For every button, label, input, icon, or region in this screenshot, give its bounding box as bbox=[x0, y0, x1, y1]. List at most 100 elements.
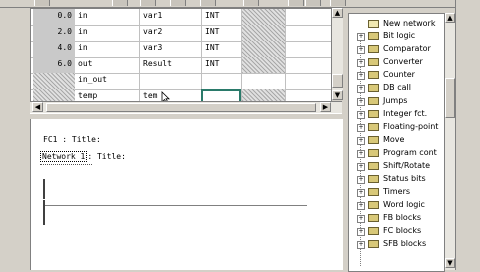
table-row[interactable]: in_out bbox=[31, 73, 331, 90]
tree-item-word-logic[interactable]: + Word logic bbox=[349, 199, 444, 211]
tree-item-floating-point[interactable]: + Floating-point bbox=[349, 121, 444, 133]
expand-icon[interactable]: + bbox=[357, 124, 365, 132]
expand-icon[interactable]: + bbox=[357, 137, 365, 145]
toolbar-button[interactable] bbox=[288, 0, 304, 6]
code-section[interactable]: FC1 : Title: Network 1: Title: bbox=[30, 119, 343, 270]
initial-value-cell[interactable] bbox=[241, 73, 286, 89]
name-cell[interactable]: var3 bbox=[139, 41, 201, 57]
address-cell: 0.0 bbox=[33, 9, 75, 25]
tree-item-db-call[interactable]: + DB call bbox=[349, 82, 444, 94]
program-elements-panel: New network + Bit logic + Comparator + C… bbox=[348, 13, 445, 272]
comment-cell[interactable] bbox=[285, 9, 332, 25]
tree-item-timers[interactable]: + Timers bbox=[349, 186, 444, 198]
expand-icon[interactable]: + bbox=[357, 98, 365, 106]
tree-item-counter[interactable]: + Counter bbox=[349, 69, 444, 81]
name-cell[interactable] bbox=[139, 73, 201, 89]
comment-cell[interactable] bbox=[285, 73, 332, 89]
expand-icon[interactable]: + bbox=[357, 163, 365, 171]
scroll-down-icon[interactable]: ▼ bbox=[445, 258, 455, 268]
tree-item-jumps[interactable]: + Jumps bbox=[349, 95, 444, 107]
expand-icon[interactable]: + bbox=[357, 202, 365, 210]
scroll-up-icon[interactable]: ▲ bbox=[332, 8, 343, 18]
tree-item-label: Jumps bbox=[383, 96, 408, 105]
comment-cell[interactable] bbox=[285, 25, 332, 41]
tree-item-integer-fct[interactable]: + Integer fct. bbox=[349, 108, 444, 120]
scroll-thumb[interactable] bbox=[445, 78, 455, 118]
folder-icon bbox=[368, 175, 379, 183]
expand-icon[interactable]: + bbox=[357, 228, 365, 236]
toolbar-button[interactable] bbox=[140, 0, 156, 6]
table-row[interactable]: 2.0 in var2 INT bbox=[31, 25, 331, 42]
tree-item-label: Move bbox=[383, 135, 405, 144]
type-cell[interactable]: INT bbox=[201, 9, 241, 25]
tree-item-sfb-blocks[interactable]: + SFB blocks bbox=[349, 238, 444, 250]
folder-icon bbox=[368, 201, 379, 209]
declaration-cell[interactable]: in bbox=[75, 41, 139, 57]
expand-icon[interactable]: + bbox=[357, 72, 365, 80]
expand-icon[interactable]: + bbox=[357, 111, 365, 119]
panel-vertical-scrollbar[interactable]: ▲ ▼ bbox=[444, 13, 455, 270]
address-cell: 6.0 bbox=[33, 57, 75, 73]
expand-icon[interactable]: + bbox=[357, 85, 365, 93]
expand-icon[interactable]: + bbox=[357, 33, 365, 41]
tree-item-new-network[interactable]: New network bbox=[349, 18, 444, 30]
expand-icon[interactable]: + bbox=[357, 46, 365, 54]
block-title[interactable]: FC1 : Title: bbox=[43, 135, 101, 144]
table-row[interactable]: 4.0 in var3 INT bbox=[31, 41, 331, 58]
power-rail bbox=[43, 200, 45, 225]
scroll-thumb[interactable] bbox=[332, 74, 343, 88]
expand-icon[interactable]: + bbox=[357, 189, 365, 197]
declaration-cell[interactable]: in bbox=[75, 25, 139, 41]
declaration-cell[interactable]: in bbox=[75, 9, 139, 25]
expand-icon[interactable]: + bbox=[357, 176, 365, 184]
type-cell[interactable]: INT bbox=[201, 25, 241, 41]
tree-item-program-control[interactable]: + Program cont bbox=[349, 147, 444, 159]
scroll-left-icon[interactable]: ◀ bbox=[32, 102, 43, 112]
type-cell[interactable]: INT bbox=[201, 57, 241, 73]
name-cell[interactable]: var1 bbox=[139, 9, 201, 25]
toolbar-button[interactable] bbox=[170, 0, 186, 6]
toolbar-button[interactable] bbox=[305, 0, 321, 6]
tree-item-shift-rotate[interactable]: + Shift/Rotate bbox=[349, 160, 444, 172]
toolbar-button[interactable] bbox=[200, 0, 216, 6]
comment-cell[interactable] bbox=[285, 57, 332, 73]
toolbar-button[interactable] bbox=[112, 0, 128, 6]
table-row[interactable]: 6.0 out Result INT bbox=[31, 57, 331, 74]
scroll-up-icon[interactable]: ▲ bbox=[445, 13, 455, 23]
expand-icon[interactable]: + bbox=[357, 241, 365, 249]
ladder-rung[interactable] bbox=[45, 205, 307, 206]
tree-item-label: Timers bbox=[383, 187, 411, 196]
type-cell[interactable]: INT bbox=[201, 41, 241, 57]
comment-cell[interactable] bbox=[285, 41, 332, 57]
expand-icon[interactable]: + bbox=[357, 215, 365, 223]
name-cell[interactable]: Result bbox=[139, 57, 201, 73]
tree-item-converter[interactable]: + Converter bbox=[349, 56, 444, 68]
folder-icon bbox=[368, 110, 379, 118]
table-row[interactable]: 0.0 in var1 INT bbox=[31, 9, 331, 26]
declaration-cell[interactable]: in_out bbox=[75, 73, 139, 89]
tree-item-comparator[interactable]: + Comparator bbox=[349, 43, 444, 55]
tree-item-status-bits[interactable]: + Status bits bbox=[349, 173, 444, 185]
declaration-cell[interactable]: out bbox=[75, 57, 139, 73]
expand-icon[interactable]: + bbox=[357, 59, 365, 67]
tree-item-move[interactable]: + Move bbox=[349, 134, 444, 146]
new-network-icon bbox=[368, 20, 379, 28]
network-title[interactable]: Network 1: Title: bbox=[40, 151, 126, 162]
declaration-table: 0.0 in var1 INT 2.0 in var2 INT 4.0 in v… bbox=[30, 8, 332, 106]
tree-item-bit-logic[interactable]: + Bit logic bbox=[349, 30, 444, 42]
declaration-horizontal-scrollbar[interactable]: ◀ ▶ bbox=[30, 101, 342, 113]
type-cell[interactable] bbox=[201, 73, 241, 89]
toolbar-button[interactable] bbox=[34, 0, 50, 6]
tree-item-label: Counter bbox=[383, 70, 415, 79]
scroll-thumb[interactable] bbox=[46, 103, 316, 112]
toolbar-button[interactable] bbox=[243, 0, 259, 6]
declaration-vertical-scrollbar[interactable]: ▲ ▼ bbox=[331, 8, 343, 100]
toolbar-button[interactable] bbox=[330, 0, 346, 6]
expand-icon[interactable]: + bbox=[357, 150, 365, 158]
network-label: Network 1 bbox=[40, 151, 88, 162]
scroll-right-icon[interactable]: ▶ bbox=[320, 102, 331, 112]
scroll-down-icon[interactable]: ▼ bbox=[332, 90, 343, 100]
name-cell[interactable]: var2 bbox=[139, 25, 201, 41]
tree-item-fc-blocks[interactable]: + FC blocks bbox=[349, 225, 444, 237]
tree-item-fb-blocks[interactable]: + FB blocks bbox=[349, 212, 444, 224]
